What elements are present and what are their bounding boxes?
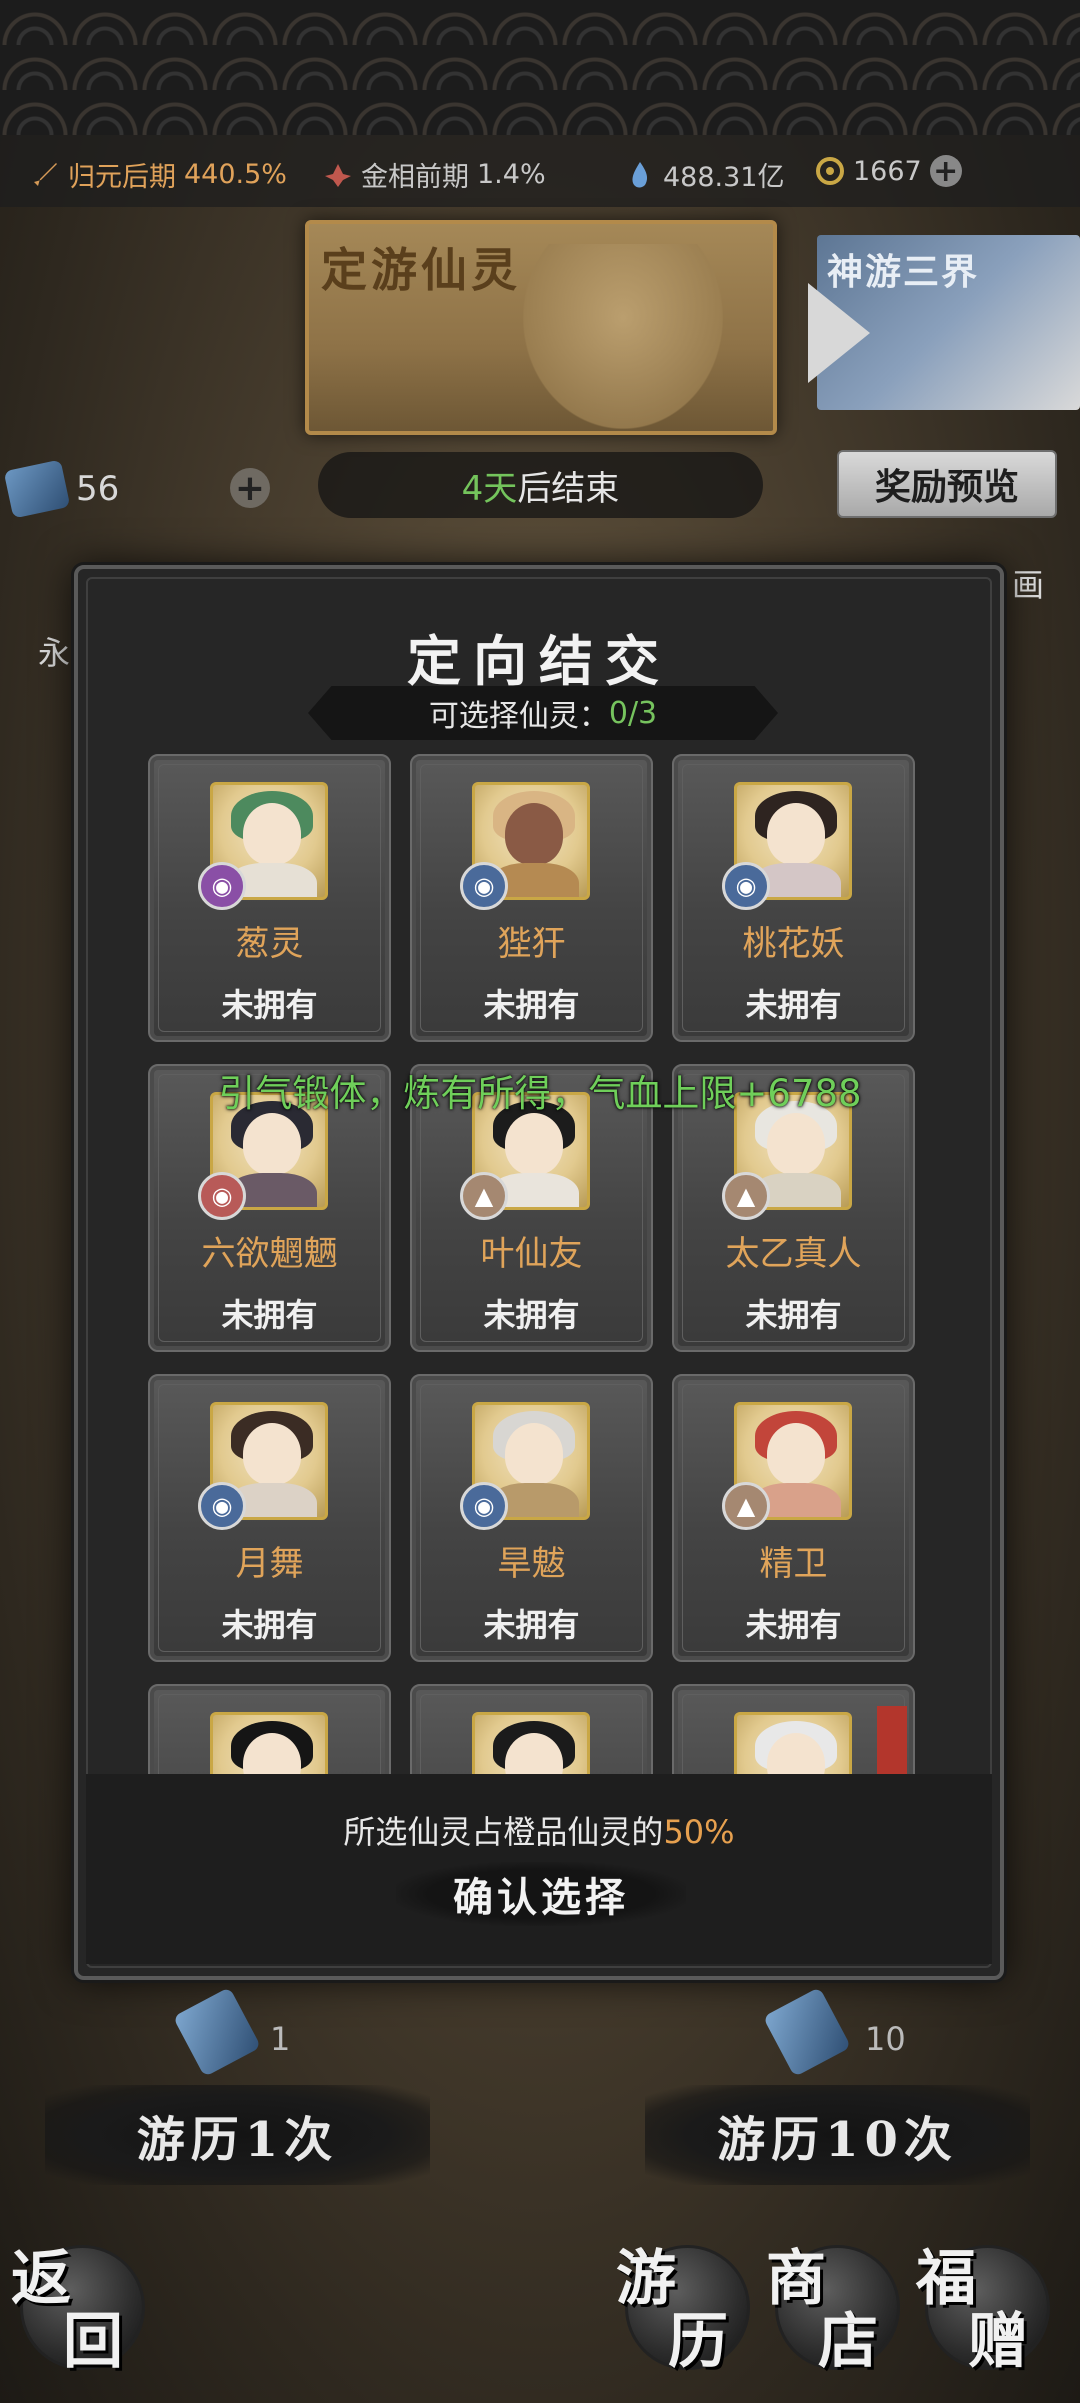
sword-icon [34,162,57,186]
ownership-status: 未拥有 [483,1296,580,1334]
spirit-portrait [734,1712,852,1774]
gift-label-top: 福 [916,2244,976,2314]
cultivation-toast: 引气锻体，炼有所得，气血上限+6788 [218,1072,862,1115]
shop-label-top: 商 [766,2244,826,2314]
dialog-title: 定向结交 [407,629,671,693]
element-badge-icon: ◉ [198,1172,246,1220]
ownership-status: 未拥有 [745,1296,842,1334]
travel-label-bottom: 历 [668,2307,728,2377]
selectable-label: 可选择仙灵： [428,699,609,734]
back-label-bottom: 回 [63,2307,123,2377]
spirit-card[interactable]: ▲ 精卫 未拥有 [672,1374,915,1662]
element-badge-icon: ▲ [460,1172,508,1220]
spirit-name: 六欲魍魉 [201,1234,338,1274]
spirit-name: 叶仙友 [480,1234,583,1274]
spirit-name: 葱灵 [235,924,304,964]
add-scroll-button[interactable]: + [230,468,270,509]
countdown-suffix: 后结束 [517,468,620,509]
event-countdown: 4天 后结束 [318,452,763,518]
crystal-icon [632,161,648,187]
element-badge-icon: ◉ [460,862,508,910]
spirit-card[interactable] [410,1684,653,1774]
spirit-card[interactable]: ◉ 桃花妖 未拥有 [672,754,915,1042]
countdown-days: 4天 [461,468,518,509]
element-badge-icon: ◉ [198,862,246,910]
shop-button[interactable]: 商 店 [766,2244,900,2377]
right-edge-char: 画 [1012,566,1045,604]
ownership-status: 未拥有 [745,986,842,1024]
ownership-status: 未拥有 [221,1606,318,1644]
spirit-stone-balance: 488.31亿 [625,155,784,194]
top-pattern-background [0,0,1080,135]
spirit-card[interactable]: ◉ 葱灵 未拥有 [148,754,391,1042]
element-badge-icon: ▲ [722,1482,770,1530]
back-label-top: 返 [11,2244,71,2314]
spirit-name: 月舞 [235,1544,304,1584]
element-badge-icon: ▲ [722,1172,770,1220]
confirm-selection-button[interactable]: 确认选择 [396,1862,686,1926]
spirit-card[interactable] [672,1684,915,1774]
add-jade-button[interactable]: + [929,154,962,189]
roll-ten-button[interactable]: 游历10次 [645,2085,1030,2185]
gift-label-bottom: 赠 [968,2307,1028,2377]
phase-label: 金相前期 [361,162,469,193]
phase-progress: 金相前期 1.4% [323,155,546,194]
spirit-card[interactable]: ◉ 旱魃 未拥有 [410,1374,653,1662]
ratio-value: 50% [663,1813,735,1851]
back-button[interactable]: 返 回 [11,2244,145,2377]
element-badge-icon: ◉ [722,862,770,910]
left-edge-char: 永 [38,634,71,672]
gift-button[interactable]: 福 赠 [916,2244,1050,2377]
jade-balance: 1667 + [815,154,962,189]
jade-coin-icon [816,157,844,185]
banner-dingyou[interactable]: 定游仙灵 [305,220,777,435]
ownership-status: 未拥有 [745,1606,842,1644]
ownership-status: 未拥有 [221,986,318,1024]
scroll-count-value: 56 [76,469,120,509]
ownership-status: 未拥有 [221,1296,318,1334]
spirit-name: 狴犴 [497,924,566,964]
resource-bar: 归元后期 440.5% 金相前期 1.4% 488.31亿 1667 + [0,135,1080,207]
spirit-card-grid[interactable]: ◉ 葱灵 未拥有 ◉ 狴犴 未拥有 ◉ 桃花妖 未拥有 ◉ 六欲魍魉 未拥有 ▲… [148,754,938,1774]
realm-progress: 归元后期 440.5% [30,155,287,194]
spirit-card[interactable]: ◉ 月舞 未拥有 [148,1374,391,1662]
phase-value: 1.4% [477,159,546,190]
single-roll-cost: 1 [270,2020,291,2058]
spirit-name: 精卫 [759,1544,828,1584]
banner-figure-image [523,244,723,429]
lotus-icon [325,163,351,187]
spirit-card[interactable]: ◉ 狴犴 未拥有 [410,754,653,1042]
spirit-portrait [210,1712,328,1774]
spirit-card[interactable] [148,1684,391,1774]
reward-preview-button[interactable]: 奖励预览 [837,450,1057,518]
travel-label-top: 游 [616,2244,676,2314]
spirit-stone-value: 488.31亿 [663,162,785,193]
ten-roll-cost: 10 [865,2020,906,2058]
selectable-value: 0/3 [608,695,658,731]
spirit-name: 太乙真人 [725,1234,862,1274]
selection-ratio-text: 所选仙灵占橙品仙灵的50% [78,1807,1000,1853]
travel-button[interactable]: 游 历 [616,2244,750,2377]
spirit-name: 旱魃 [497,1544,566,1584]
next-banner-arrow-icon[interactable] [808,283,870,383]
spirit-portrait [472,1712,590,1774]
limited-tag [877,1706,907,1774]
scroll-icon [3,459,71,519]
realm-label: 归元后期 [68,162,176,193]
jade-value: 1667 [853,155,922,187]
element-badge-icon: ◉ [198,1482,246,1530]
spirit-name: 桃花妖 [742,924,845,964]
ownership-status: 未拥有 [483,1606,580,1644]
roll-once-button[interactable]: 游历1次 [45,2085,430,2185]
selectable-counter: 可选择仙灵： 0/3 [308,686,778,740]
directed-friendship-dialog: 定向结交 可选择仙灵： 0/3 ◉ 葱灵 未拥有 ◉ 狴犴 未拥有 ◉ 桃花妖 … [74,565,1004,1980]
banner-title: 定游仙灵 [321,243,521,297]
realm-value: 440.5% [184,159,287,190]
element-badge-icon: ◉ [460,1482,508,1530]
shop-label-bottom: 店 [818,2307,878,2377]
ratio-label: 所选仙灵占橙品仙灵的 [343,1813,664,1851]
ownership-status: 未拥有 [483,986,580,1024]
